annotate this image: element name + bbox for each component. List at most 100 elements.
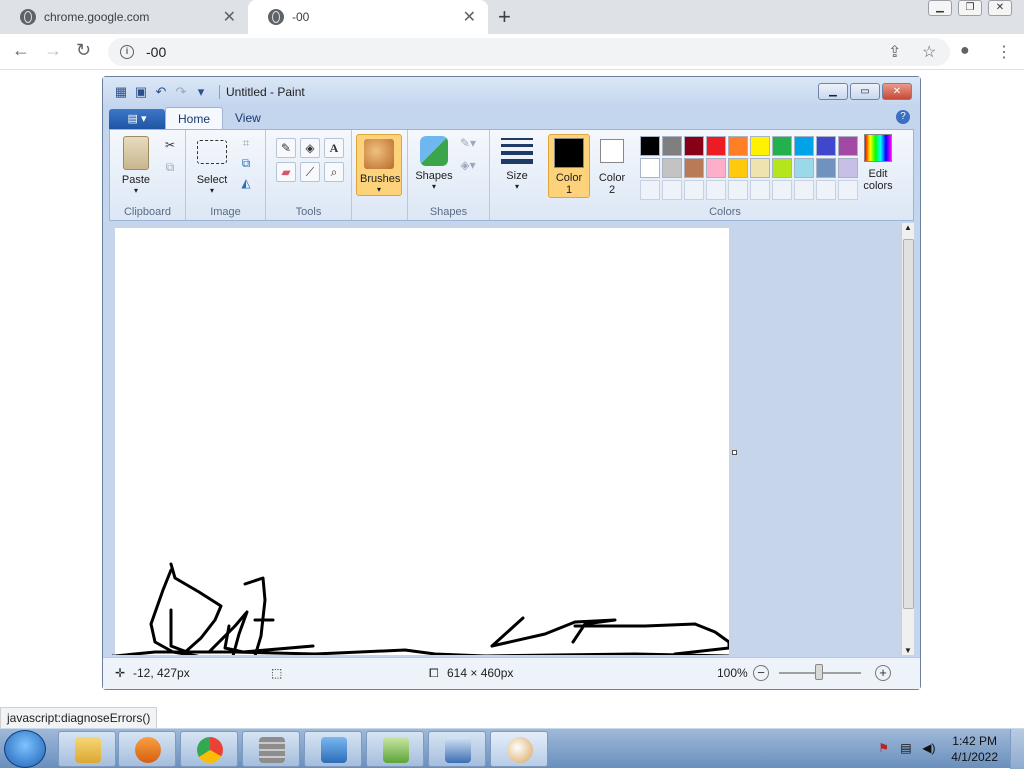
scroll-down-icon[interactable]: ▼: [902, 646, 914, 655]
palette-swatch[interactable]: [662, 158, 682, 178]
custom-color-slot[interactable]: [662, 180, 682, 200]
cut-icon[interactable]: ✂: [160, 136, 180, 156]
brushes-button[interactable]: Brushes ▾: [356, 134, 402, 196]
taskbar-media-player[interactable]: [118, 731, 176, 767]
paint-maximize-button[interactable]: ▭: [850, 83, 880, 100]
zoom-in-button[interactable]: +: [875, 665, 891, 681]
zoom-slider-thumb[interactable]: [815, 664, 823, 680]
info-icon[interactable]: i: [120, 45, 134, 59]
select-button[interactable]: Select ▾: [192, 136, 232, 195]
palette-swatch[interactable]: [706, 158, 726, 178]
custom-color-slot[interactable]: [816, 180, 836, 200]
copy-icon[interactable]: ⧉: [160, 158, 180, 178]
paste-button[interactable]: Paste ▾: [116, 136, 156, 195]
tab-home[interactable]: Home: [165, 107, 224, 129]
resize-icon[interactable]: ⧉: [236, 154, 256, 174]
palette-swatch[interactable]: [750, 136, 770, 156]
tab-chrome-google[interactable]: chrome.google.com ✕: [0, 0, 248, 34]
outline-icon[interactable]: ✎▾: [458, 134, 478, 154]
forward-arrow-icon[interactable]: →: [44, 40, 62, 61]
scrollbar-thumb[interactable]: [903, 239, 914, 609]
rotate-icon[interactable]: ◭: [236, 174, 256, 194]
show-desktop-button[interactable]: [1010, 729, 1024, 769]
palette-swatch[interactable]: [816, 158, 836, 178]
save-icon[interactable]: ▣: [133, 84, 149, 100]
crop-icon[interactable]: ⌗: [236, 134, 256, 154]
palette-swatch[interactable]: [772, 136, 792, 156]
profile-icon[interactable]: ●: [960, 42, 970, 60]
network-icon[interactable]: ▤: [900, 741, 916, 757]
palette-swatch[interactable]: [706, 136, 726, 156]
text-tool-icon[interactable]: A: [324, 138, 344, 158]
size-button[interactable]: Size ▾: [498, 136, 536, 191]
resize-handle[interactable]: [732, 450, 737, 455]
scroll-up-icon[interactable]: ▲: [902, 223, 914, 232]
custom-color-slot[interactable]: [772, 180, 792, 200]
palette-swatch[interactable]: [662, 136, 682, 156]
fill-icon[interactable]: ◈▾: [458, 156, 478, 176]
custom-color-slot[interactable]: [838, 180, 858, 200]
reload-icon[interactable]: ↻: [76, 40, 91, 61]
clock[interactable]: 1:42 PM 4/1/2022: [951, 733, 998, 765]
palette-swatch[interactable]: [838, 136, 858, 156]
color-picker-icon[interactable]: ⟋: [300, 162, 320, 182]
taskbar-explorer[interactable]: [58, 731, 116, 767]
palette-swatch[interactable]: [816, 136, 836, 156]
tab-active[interactable]: -00 ✕: [248, 0, 488, 34]
custom-color-slot[interactable]: [706, 180, 726, 200]
pencil-icon[interactable]: ✎: [276, 138, 296, 158]
close-icon[interactable]: ✕: [463, 7, 476, 27]
share-icon[interactable]: ⇪: [888, 42, 901, 62]
palette-swatch[interactable]: [684, 158, 704, 178]
close-icon[interactable]: ✕: [223, 7, 236, 27]
vertical-scrollbar[interactable]: ▲ ▼: [901, 223, 914, 655]
color2-button[interactable]: Color 2: [594, 134, 630, 196]
taskbar-paint[interactable]: [490, 731, 548, 767]
taskbar-firewall[interactable]: [242, 731, 300, 767]
action-center-icon[interactable]: ⚑: [878, 741, 894, 757]
start-button[interactable]: [4, 730, 46, 768]
palette-swatch[interactable]: [794, 158, 814, 178]
undo-icon[interactable]: ↶: [153, 84, 169, 100]
custom-color-slot[interactable]: [684, 180, 704, 200]
palette-swatch[interactable]: [750, 158, 770, 178]
redo-icon[interactable]: ↷: [173, 84, 189, 100]
back-arrow-icon[interactable]: ←: [12, 40, 30, 61]
palette-swatch[interactable]: [794, 136, 814, 156]
paint-close-button[interactable]: ✕: [882, 83, 912, 100]
menu-kebab-icon[interactable]: ⋮: [996, 42, 1012, 62]
bookmark-star-icon[interactable]: ☆: [922, 42, 936, 62]
custom-color-slot[interactable]: [728, 180, 748, 200]
palette-swatch[interactable]: [772, 158, 792, 178]
zoom-out-button[interactable]: −: [753, 665, 769, 681]
restore-button[interactable]: ❐: [958, 0, 982, 16]
paint-minimize-button[interactable]: ▁: [818, 83, 848, 100]
palette-swatch[interactable]: [728, 136, 748, 156]
color1-button[interactable]: Color 1: [548, 134, 590, 198]
custom-color-slot[interactable]: [750, 180, 770, 200]
tab-view[interactable]: View: [223, 107, 273, 129]
drawing-canvas[interactable]: [113, 228, 731, 655]
eraser-icon[interactable]: ▰: [276, 162, 296, 182]
help-icon[interactable]: ?: [896, 110, 910, 124]
taskbar-remote-desktop[interactable]: [428, 731, 486, 767]
fill-bucket-icon[interactable]: ◈: [300, 138, 320, 158]
new-tab-button[interactable]: +: [498, 4, 511, 30]
paint-app-icon[interactable]: ▦: [113, 84, 129, 100]
address-bar[interactable]: i -00: [108, 38, 950, 66]
palette-swatch[interactable]: [640, 136, 660, 156]
palette-swatch[interactable]: [838, 158, 858, 178]
palette-swatch[interactable]: [640, 158, 660, 178]
paint-menu-button[interactable]: ▤ ▾: [109, 109, 165, 129]
customize-dropdown-icon[interactable]: ▾: [193, 84, 209, 100]
edit-colors-button[interactable]: Edit colors: [856, 134, 900, 192]
custom-color-slot[interactable]: [640, 180, 660, 200]
taskbar-chrome[interactable]: [180, 731, 238, 767]
magnifier-icon[interactable]: ⌕: [324, 162, 344, 182]
palette-swatch[interactable]: [728, 158, 748, 178]
custom-color-slot[interactable]: [794, 180, 814, 200]
shapes-button[interactable]: Shapes ▾: [414, 136, 454, 191]
close-window-button[interactable]: ✕: [988, 0, 1012, 16]
minimize-button[interactable]: ▁: [928, 0, 952, 16]
taskbar-control-panel[interactable]: [304, 731, 362, 767]
